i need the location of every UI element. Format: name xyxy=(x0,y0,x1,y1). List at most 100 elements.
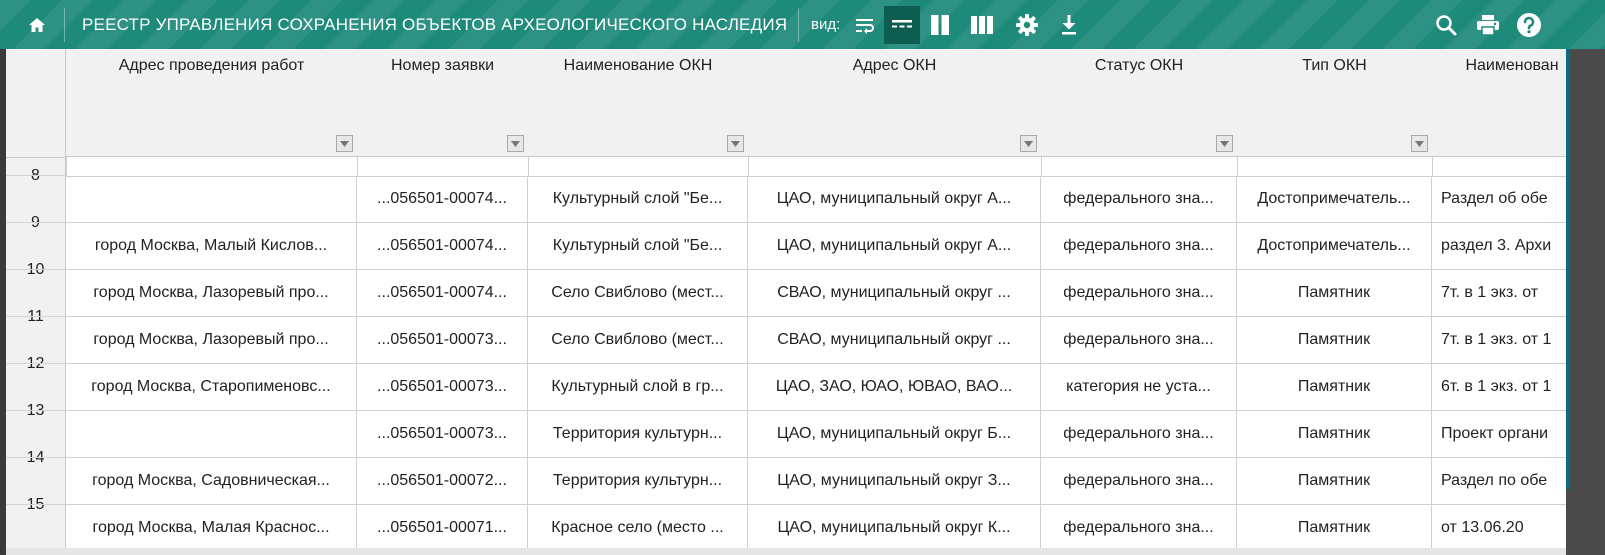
table-cell[interactable]: ...056501-00074... xyxy=(357,176,528,222)
horizontal-scrollbar[interactable] xyxy=(6,548,1566,555)
table-cell[interactable]: ЦАО, муниципальный округ З... xyxy=(748,458,1041,504)
table-cell[interactable]: город Москва, Малый Кислов... xyxy=(66,223,357,269)
table-row[interactable]: город Москва, Малый Кислов... ...056501-0… xyxy=(66,223,1566,270)
print-button[interactable] xyxy=(1470,6,1506,44)
table-cell[interactable]: город Москва, Малая Краснос... xyxy=(66,505,357,551)
table-cell[interactable]: Проект органи xyxy=(1432,411,1566,457)
data-grid: Адрес проведения работ Номер заявки Наимен… xyxy=(66,49,1566,555)
table-cell[interactable]: ...056501-00074... xyxy=(357,270,528,316)
corner-cell xyxy=(6,49,65,158)
table-cell[interactable]: Село Свиблово (мест... xyxy=(528,270,748,316)
column-divider xyxy=(1041,157,1042,176)
table-cell[interactable]: город Москва, Лазоревый про... xyxy=(66,317,357,363)
search-button[interactable] xyxy=(1428,6,1464,44)
column-header[interactable]: Статус ОКН xyxy=(1041,49,1238,157)
row-number-divider xyxy=(6,504,65,505)
table-row[interactable]: ...056501-00073... Территория культурн...… xyxy=(66,411,1566,458)
table-cell[interactable]: город Москва, Лазоревый про... xyxy=(66,270,357,316)
filter-triangle-icon xyxy=(1415,140,1424,147)
table-cell[interactable]: город Москва, Старопименовс... xyxy=(66,364,357,410)
column-header[interactable]: Адрес проведения работ xyxy=(66,49,358,157)
settings-button[interactable] xyxy=(1009,6,1045,44)
table-cell[interactable]: федерального зна... xyxy=(1041,176,1237,222)
column-filter-button[interactable] xyxy=(727,135,744,152)
column-filter-button[interactable] xyxy=(507,135,524,152)
table-cell[interactable]: ...056501-00072... xyxy=(357,458,528,504)
table-cell[interactable]: от 13.06.20 xyxy=(1432,505,1566,551)
table-cell[interactable]: Территория культурн... xyxy=(528,458,748,504)
table-cell[interactable]: федерального зна... xyxy=(1041,505,1237,551)
column-header[interactable]: Тип ОКН xyxy=(1237,49,1433,157)
table-cell[interactable]: федерального зна... xyxy=(1041,223,1237,269)
table-cell[interactable]: Культурный слой "Бе... xyxy=(528,176,748,222)
table-cell[interactable]: ...056501-00073... xyxy=(357,317,528,363)
wrap-text-button[interactable] xyxy=(847,6,883,44)
table-cell[interactable]: федерального зна... xyxy=(1041,458,1237,504)
table-row[interactable]: город Москва, Лазоревый про... ...056501-… xyxy=(66,270,1566,317)
table-rows-view-button[interactable] xyxy=(884,6,920,44)
table-cell[interactable]: Достопримечатель... xyxy=(1237,176,1432,222)
table-cell[interactable]: ...056501-00074... xyxy=(357,223,528,269)
table-row[interactable]: город Москва, Малая Краснос... ...056501-… xyxy=(66,505,1566,552)
table-cell[interactable]: 6т. в 1 экз. от 1 xyxy=(1432,364,1566,410)
column-header-label: Наименован xyxy=(1465,57,1559,74)
table-cell[interactable]: Культурный слой в гр... xyxy=(528,364,748,410)
table-cell[interactable]: Памятник xyxy=(1237,364,1432,410)
table-cell[interactable]: Памятник xyxy=(1237,270,1432,316)
column-header[interactable]: Наименован xyxy=(1432,49,1566,157)
table-cell[interactable]: ...056501-00073... xyxy=(357,364,528,410)
download-button[interactable] xyxy=(1051,6,1087,44)
table-cell[interactable]: ЦАО, ЗАО, ЮАО, ЮВАО, ВАО... xyxy=(748,364,1041,410)
table-cell[interactable]: раздел 3. Архи xyxy=(1432,223,1566,269)
column-filter-button[interactable] xyxy=(336,135,353,152)
table-cell[interactable]: ЦАО, муниципальный округ Б... xyxy=(748,411,1041,457)
help-button[interactable] xyxy=(1511,6,1547,44)
vertical-scroll-area[interactable] xyxy=(1566,49,1605,555)
column-filter-button[interactable] xyxy=(1216,135,1233,152)
table-cell[interactable]: Памятник xyxy=(1237,458,1432,504)
table-cell[interactable]: категория не уста... xyxy=(1041,364,1237,410)
table-cell[interactable]: федерального зна... xyxy=(1041,411,1237,457)
table-cell[interactable]: Памятник xyxy=(1237,505,1432,551)
table-row[interactable]: город Москва, Лазоревый про... ...056501-… xyxy=(66,317,1566,364)
table-cell[interactable]: СВАО, муниципальный округ ... xyxy=(748,270,1041,316)
table-cell[interactable]: ЦАО, муниципальный округ А... xyxy=(748,223,1041,269)
table-cell[interactable]: Территория культурн... xyxy=(528,411,748,457)
table-cell[interactable]: Раздел по обе xyxy=(1432,458,1566,504)
table-cell[interactable]: город Москва, Садовническая... xyxy=(66,458,357,504)
table-cell[interactable]: 7т. в 1 экз. от xyxy=(1432,270,1566,316)
table-cell[interactable]: 7т. в 1 экз. от 1 xyxy=(1432,317,1566,363)
table-row[interactable]: город Москва, Старопименовс... ...056501-… xyxy=(66,364,1566,411)
table-cell[interactable]: Раздел об обе xyxy=(1432,176,1566,222)
column-header[interactable]: Номер заявки xyxy=(357,49,529,157)
three-columns-view-button[interactable] xyxy=(964,6,1000,44)
table-cell[interactable]: ...056501-00071... xyxy=(357,505,528,551)
column-header[interactable]: Наименование ОКН xyxy=(528,49,749,157)
column-header[interactable]: Адрес ОКН xyxy=(748,49,1042,157)
table-cell[interactable]: Достопримечатель... xyxy=(1237,223,1432,269)
row-number-column: 8 9 10 11 12 13 14 15 xyxy=(6,49,66,555)
table-cell[interactable]: федерального зна... xyxy=(1041,317,1237,363)
table-cell[interactable]: ЦАО, муниципальный округ К... xyxy=(748,505,1041,551)
table-cell[interactable]: ...056501-00073... xyxy=(357,411,528,457)
two-columns-icon xyxy=(931,15,949,35)
table-cell[interactable]: ЦАО, муниципальный округ А... xyxy=(748,176,1041,222)
column-filter-button[interactable] xyxy=(1020,135,1037,152)
table-row[interactable]: город Москва, Садовническая... ...056501-… xyxy=(66,458,1566,505)
two-columns-view-button[interactable] xyxy=(922,6,958,44)
table-cell[interactable] xyxy=(66,411,357,457)
table-cell[interactable]: федерального зна... xyxy=(1041,270,1237,316)
table-row[interactable]: ...056501-00074... Культурный слой "Бе...… xyxy=(66,176,1566,223)
table-cell[interactable]: Памятник xyxy=(1237,317,1432,363)
table-cell[interactable]: Памятник xyxy=(1237,411,1432,457)
page-title: РЕЕСТР УПРАВЛЕНИЯ СОХРАНЕНИЯ ОБЪЕКТОВ АР… xyxy=(82,15,788,34)
column-filter-button[interactable] xyxy=(1411,135,1428,152)
row-number: 15 xyxy=(26,496,45,513)
table-cell[interactable] xyxy=(66,176,357,222)
table-cell[interactable]: Культурный слой "Бе... xyxy=(528,223,748,269)
home-button[interactable] xyxy=(14,9,60,41)
vertical-scrollbar-thumb[interactable] xyxy=(1566,49,1570,489)
table-cell[interactable]: СВАО, муниципальный округ ... xyxy=(748,317,1041,363)
table-cell[interactable]: Красное село (место ... xyxy=(528,505,748,551)
table-cell[interactable]: Село Свиблово (мест... xyxy=(528,317,748,363)
